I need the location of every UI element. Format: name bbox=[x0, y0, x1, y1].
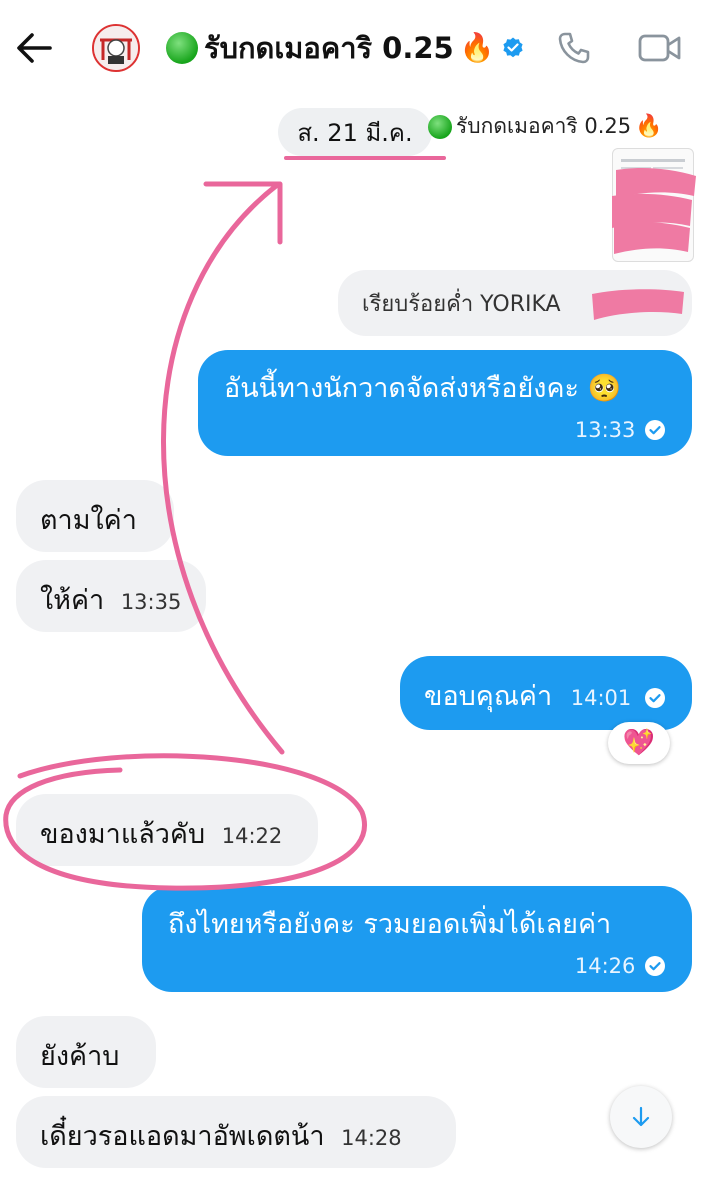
read-check-icon bbox=[645, 955, 665, 976]
green-circle-icon bbox=[428, 114, 452, 139]
message-bubble-incoming[interactable]: ให้ค่า 13:35 bbox=[16, 560, 206, 632]
message-bubble-incoming[interactable]: เดี๋ยวรอแอดมาอัพเดตน้า 14:28 bbox=[16, 1096, 456, 1168]
message-time: 14:22 bbox=[221, 824, 283, 848]
message-bubble-incoming[interactable]: ยังค้าบ bbox=[16, 1016, 156, 1088]
fire-emoji: 🔥 bbox=[635, 113, 663, 139]
green-circle-icon bbox=[166, 32, 198, 64]
video-camera-icon bbox=[638, 34, 681, 62]
message-text: ให้ค่า bbox=[40, 585, 105, 616]
arrow-head-mark bbox=[203, 181, 283, 245]
date-separator: ส. 21 มี.ค. bbox=[278, 108, 432, 156]
page-title: รับกดเมอคาริ 0.25 bbox=[204, 31, 454, 65]
message-text: ถึงไทยหรือยังคะ รวมยอดเพิ่มได้เลยค่า bbox=[168, 909, 612, 940]
phone-icon bbox=[558, 32, 590, 64]
message-time: 13:33 bbox=[574, 418, 636, 442]
avatar[interactable] bbox=[92, 24, 140, 72]
reaction-badge[interactable]: 💖 bbox=[608, 722, 670, 764]
message-bubble-incoming[interactable]: ตามใค่า bbox=[16, 480, 174, 552]
message-text: ยังค้าบ bbox=[40, 1041, 120, 1072]
message-bubble-incoming[interactable]: ของมาแล้วคับ 14:22 bbox=[16, 794, 318, 866]
message-time: 14:01 bbox=[570, 686, 632, 710]
chat-title[interactable]: รับกดเมอคาริ 0.25 🔥 bbox=[166, 26, 525, 70]
message-text: ขอบคุณค่า bbox=[424, 681, 553, 712]
call-button[interactable] bbox=[556, 30, 592, 66]
message-text: อันนี้ทางนักวาดจัดส่งหรือยังคะ 🥺 bbox=[224, 373, 622, 404]
message-time: 14:26 bbox=[574, 954, 636, 978]
message-text: เดี๋ยวรอแอดมาอัพเดตน้า bbox=[40, 1121, 325, 1152]
message-text: ของมาแล้วคับ bbox=[40, 819, 206, 850]
message-text: ตามใค่า bbox=[40, 505, 137, 536]
avatar-image bbox=[94, 26, 138, 70]
verified-badge-icon bbox=[503, 37, 523, 58]
message-bubble-outgoing[interactable]: ขอบคุณค่า 14:01 bbox=[400, 656, 692, 730]
shared-post-thumbnail[interactable] bbox=[612, 148, 694, 262]
thumbnail-image bbox=[621, 159, 685, 247]
scroll-to-bottom-button[interactable] bbox=[610, 1086, 672, 1148]
video-call-button[interactable] bbox=[638, 32, 682, 64]
fire-emoji: 🔥 bbox=[459, 31, 495, 64]
message-time: 13:35 bbox=[120, 590, 182, 614]
shared-post-channel[interactable]: รับกดเมอคาริ 0.25 🔥 bbox=[428, 110, 663, 143]
message-bubble-outgoing[interactable]: ถึงไทยหรือยังคะ รวมยอดเพิ่มได้เลยค่า 14:… bbox=[142, 886, 692, 992]
read-check-icon bbox=[644, 687, 665, 708]
read-check-icon bbox=[645, 419, 665, 440]
message-bubble-outgoing[interactable]: อันนี้ทางนักวาดจัดส่งหรือยังคะ 🥺 13:33 bbox=[198, 350, 692, 456]
back-arrow-icon bbox=[17, 33, 52, 63]
quoted-reply[interactable]: เรียบร้อยค่ำ YORIKA bbox=[338, 270, 692, 336]
scroll-down-arrow-icon bbox=[632, 1106, 650, 1127]
back-button[interactable] bbox=[14, 30, 54, 66]
quoted-reply-text: เรียบร้อยค่ำ YORIKA bbox=[362, 291, 561, 317]
message-time: 14:28 bbox=[341, 1126, 402, 1150]
shared-post-channel-name: รับกดเมอคาริ 0.25 bbox=[456, 114, 632, 138]
curved-arrow-mark bbox=[161, 183, 285, 755]
